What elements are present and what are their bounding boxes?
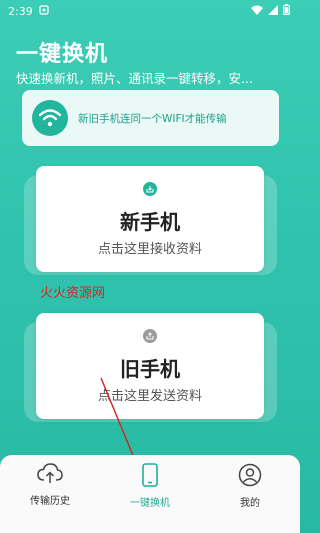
watermark-text: 火火资源网 <box>40 286 106 301</box>
old-phone-title: 旧手机 <box>120 357 180 381</box>
wifi-icon <box>32 100 68 136</box>
upload-cloud-icon <box>37 463 63 492</box>
old-phone-card[interactable]: 旧手机 点击这里发送资料 <box>36 313 264 419</box>
user-icon <box>238 463 262 494</box>
wifi-notice: 新旧手机连同一个WIFI才能传输 <box>22 90 279 146</box>
phone-icon <box>141 463 159 494</box>
wifi-notice-text: 新旧手机连同一个WIFI才能传输 <box>78 112 227 125</box>
status-bar: 2:39 <box>0 0 300 22</box>
wifi-status-icon <box>251 5 263 18</box>
page-title: 一键换机 <box>16 42 109 67</box>
tab-transfer-history[interactable]: 传输历史 <box>0 455 100 533</box>
notification-icon <box>39 4 49 18</box>
tab-mine-label: 我的 <box>240 498 260 509</box>
battery-icon <box>283 4 290 18</box>
signal-icon <box>268 4 278 18</box>
receive-icon <box>143 182 157 196</box>
tab-one-click-switch[interactable]: 一键换机 <box>100 455 200 533</box>
status-time: 2:39 <box>8 4 33 18</box>
old-phone-subtitle: 点击这里发送资料 <box>97 389 202 404</box>
tab-one-click-switch-label: 一键换机 <box>130 498 170 509</box>
new-phone-subtitle: 点击这里接收资料 <box>97 242 202 257</box>
send-icon <box>143 329 157 343</box>
bottom-tabbar: 传输历史 一键换机 我的 <box>0 455 300 533</box>
new-phone-card[interactable]: 新手机 点击这里接收资料 <box>36 166 264 272</box>
tab-transfer-history-label: 传输历史 <box>30 496 70 507</box>
tab-mine[interactable]: 我的 <box>200 455 300 533</box>
new-phone-title: 新手机 <box>120 210 180 234</box>
page-subtitle: 快速换新机，照片、通讯录一键转移，安... <box>16 71 253 86</box>
